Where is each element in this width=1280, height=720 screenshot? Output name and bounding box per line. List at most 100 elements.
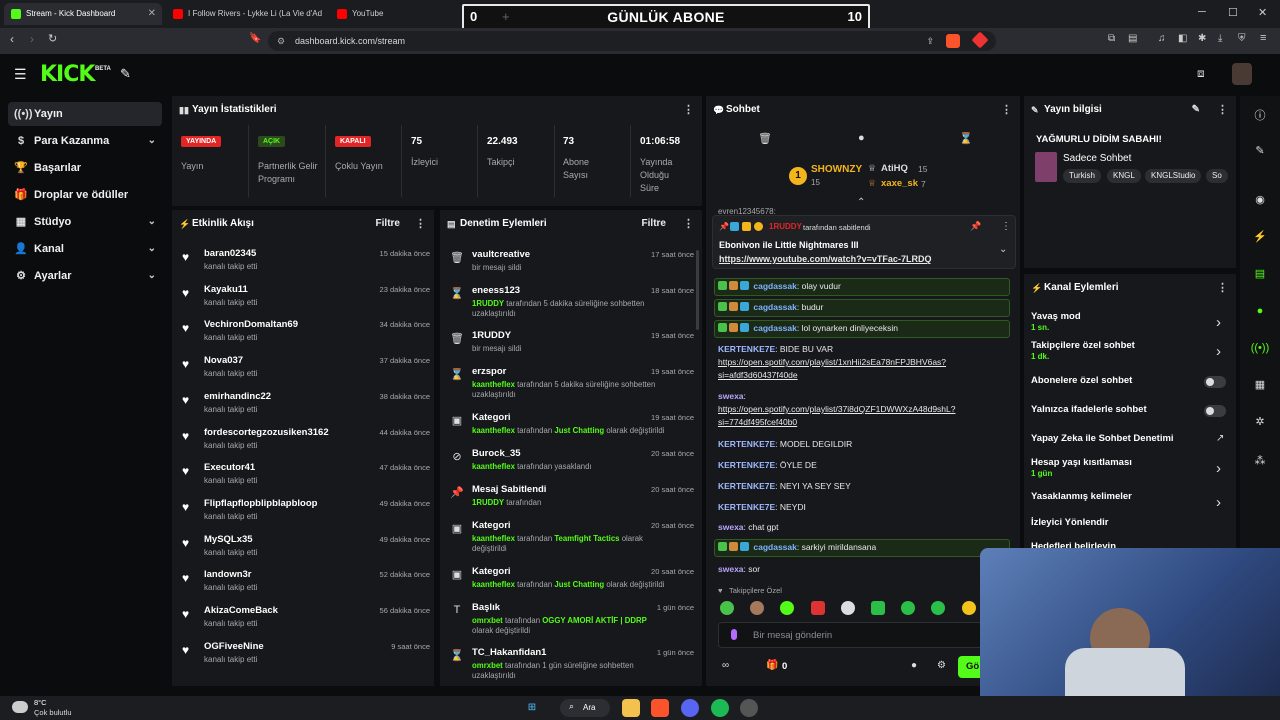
menu-icon[interactable]: ≡ <box>1260 32 1266 44</box>
rewards-icon[interactable] <box>971 31 989 49</box>
moderator-name[interactable]: kaantheflex <box>472 462 515 471</box>
emote-icon[interactable] <box>780 601 794 615</box>
channel-action-item[interactable]: Yapay Zeka ile Sohbet Denetimi <box>1031 433 1174 444</box>
chat-bubble-icon[interactable]: ● <box>1250 301 1270 321</box>
wallet-icon[interactable]: ▤ <box>1128 33 1137 44</box>
follower-name[interactable]: baran02345 <box>204 248 256 259</box>
chat-username[interactable]: KERTENKE7E <box>718 481 775 491</box>
hourglass-icon[interactable]: ⌛ <box>959 132 973 145</box>
pinned-by-user[interactable]: 1RUDDY <box>769 222 802 231</box>
channel-action-item[interactable]: Takipçilere özel sohbet 1 dk. <box>1031 340 1135 361</box>
chat-username[interactable]: KERTENKE7E <box>718 460 775 470</box>
follower-name[interactable]: VechironDomaltan69 <box>204 319 298 330</box>
search-box[interactable]: ⌕ Ara <box>560 699 610 717</box>
kick-logo[interactable]: KICK <box>40 62 95 87</box>
moderation-target[interactable]: erzspor <box>472 366 506 377</box>
channel-action-item[interactable]: Yalnızca ifadelerle sohbet <box>1031 404 1147 415</box>
broadcast-icon[interactable]: ((•)) <box>1250 338 1270 358</box>
chat-link[interactable]: https://open.spotify.com/playlist/37i8dQ… <box>718 404 955 427</box>
chat-username[interactable]: cagdassak <box>753 302 796 312</box>
chat-bubble-icon[interactable]: ● <box>858 132 865 144</box>
emote-icon[interactable] <box>811 601 825 615</box>
emote-icon[interactable] <box>871 601 885 615</box>
filter-button[interactable]: Filtre <box>642 210 666 238</box>
music-icon[interactable]: ♫ <box>1158 33 1166 44</box>
external-link-icon[interactable]: ↗ <box>1216 433 1224 444</box>
tag-pill[interactable]: Turkish <box>1063 169 1101 183</box>
moderator-name[interactable]: omrxbet <box>472 616 503 625</box>
moderator-name[interactable]: 1RUDDY <box>472 498 504 507</box>
url-field[interactable]: ⚙ dashboard.kick.com/stream ⇪ <box>268 31 996 51</box>
follower-name[interactable]: OGFiveeNine <box>204 641 264 652</box>
avatar[interactable] <box>1232 63 1252 85</box>
brave-shield-icon[interactable] <box>946 34 960 48</box>
brave-browser-icon[interactable] <box>651 699 669 717</box>
tab-kick-dashboard[interactable]: Stream - Kick Dashboard ✕ <box>4 3 162 25</box>
app-icon[interactable] <box>740 699 758 717</box>
moderator-name[interactable]: kaantheflex <box>472 534 515 543</box>
follower-name[interactable]: Executor41 <box>204 462 255 473</box>
moderation-target[interactable]: Kategori <box>472 566 511 577</box>
follower-name[interactable]: emirhandinc22 <box>204 391 271 402</box>
hamburger-menu-icon[interactable]: ☰ <box>14 66 27 83</box>
gifter-name[interactable]: AtiHQ <box>881 163 908 174</box>
forward-icon[interactable]: › <box>30 32 34 46</box>
document-icon[interactable]: ▤ <box>1250 264 1270 284</box>
windows-start-icon[interactable]: ⊞ <box>523 699 541 717</box>
tag-pill[interactable]: KNGL <box>1107 169 1141 183</box>
chat-username[interactable]: cagdassak <box>753 542 796 552</box>
moderation-target[interactable]: Başlık <box>472 602 500 613</box>
moderation-target[interactable]: Kategori <box>472 412 511 423</box>
chevron-right-icon[interactable]: › <box>1216 460 1221 477</box>
moderator-name[interactable]: omrxbet <box>472 661 503 670</box>
scrollbar[interactable] <box>696 250 699 330</box>
gifter-name[interactable]: xaxe_sk <box>881 178 918 189</box>
chevron-right-icon[interactable]: › <box>1216 343 1221 360</box>
chat-username[interactable]: cagdassak <box>753 323 796 333</box>
category-name[interactable]: Sadece Sohbet <box>1063 153 1131 164</box>
chat-username[interactable]: swexa <box>718 564 744 574</box>
tag-pill[interactable]: KNGLStudio <box>1145 169 1202 183</box>
tab-youtube[interactable]: YouTube <box>330 3 440 25</box>
pinned-link[interactable]: https://www.youtube.com/watch?v=vTFac-7L… <box>719 254 931 264</box>
tag-pill[interactable]: So <box>1206 169 1228 183</box>
camera-icon[interactable]: ◉ <box>1250 190 1270 210</box>
moderation-target[interactable]: 1RUDDY <box>472 330 511 341</box>
emote-icon[interactable] <box>901 601 915 615</box>
creator-mode-icon[interactable]: ⧈ <box>1197 66 1205 81</box>
back-icon[interactable]: ‹ <box>10 32 14 46</box>
gift-icon[interactable]: 🎁 <box>766 660 778 671</box>
chat-username[interactable]: KERTENKE7E <box>718 344 775 354</box>
channel-action-item[interactable]: Abonelere özel sohbet <box>1031 375 1132 386</box>
channel-action-item[interactable]: İzleyici Yönlendir <box>1031 517 1108 528</box>
chat-bubble-icon[interactable]: ● <box>911 660 917 671</box>
chat-username[interactable]: KERTENKE7E <box>718 502 775 512</box>
sidebar-icon[interactable]: ◧ <box>1178 33 1187 44</box>
follower-name[interactable]: Flipflapflopblipblapbloop <box>204 498 317 509</box>
chat-link[interactable]: https://open.spotify.com/playlist/1xnHii… <box>718 357 946 380</box>
file-explorer-icon[interactable] <box>622 699 640 717</box>
download-icon[interactable]: ⤓ <box>1218 33 1222 44</box>
more-options-icon[interactable]: ⋮ <box>683 96 694 124</box>
toggle-switch[interactable] <box>1204 376 1226 388</box>
top-gifter-name[interactable]: SHOWNZY <box>811 164 862 175</box>
emote-icon[interactable] <box>750 601 764 615</box>
follower-name[interactable]: Kayaku11 <box>204 284 248 295</box>
site-settings-icon[interactable]: ⚙ <box>277 31 285 51</box>
chevron-right-icon[interactable]: › <box>1216 314 1221 331</box>
info-icon[interactable]: ⓘ <box>1250 106 1270 126</box>
vpn-icon[interactable]: ⛨ <box>1238 33 1246 44</box>
moderator-name[interactable]: kaantheflex <box>472 426 515 435</box>
moderation-target[interactable]: vaultcreative <box>472 249 530 260</box>
follower-name[interactable]: landown3r <box>204 569 252 580</box>
trash-icon[interactable]: 🗑 <box>758 132 772 145</box>
more-options-icon[interactable]: ⋮ <box>415 210 426 238</box>
follower-name[interactable]: MySQLx35 <box>204 534 253 545</box>
tools-icon[interactable]: ✎ <box>120 66 131 82</box>
toggle-switch[interactable] <box>1204 405 1226 417</box>
more-options-icon[interactable]: ⋮ <box>1001 221 1011 232</box>
follower-name[interactable]: fordescortegzozusiken3162 <box>204 427 329 438</box>
close-tab-icon[interactable]: ✕ <box>148 3 156 25</box>
emote-icon[interactable] <box>962 601 976 615</box>
filter-button[interactable]: Filtre <box>376 210 400 238</box>
